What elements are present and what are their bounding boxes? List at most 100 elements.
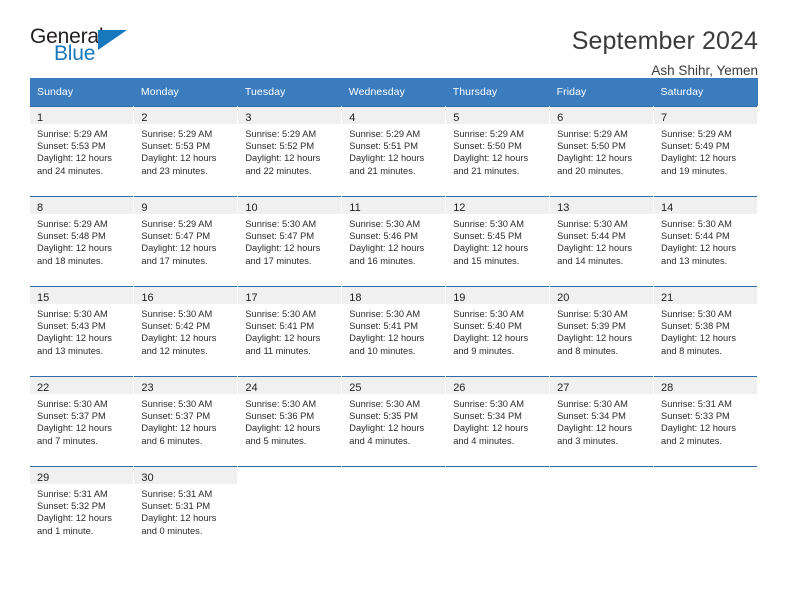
day-details: Sunrise: 5:29 AM Sunset: 5:50 PM Daylight:… [446,124,549,177]
day-cell-inner: 15 Sunrise: 5:30 AM Sunset: 5:43 PM Dayligh… [30,287,134,376]
sunset-text: Sunset: 5:48 PM [37,231,106,242]
calendar-day-cell[interactable]: 2 Sunrise: 5:29 AM Sunset: 5:53 PM Daylight… [133,106,239,197]
calendar-page: General Blue September 2024 Ash Shihr, Y… [0,0,792,612]
sunset-text: Sunset: 5:34 PM [453,411,522,422]
daylight-text-line1: Daylight: 12 hours [453,333,529,344]
daylight-text-line1: Daylight: 12 hours [661,153,736,164]
day-number-band: 14 [654,197,757,214]
day-number-band: 12 [446,197,550,214]
daylight-text-line2: and 13 minutes. [37,345,104,356]
calendar-day-cell[interactable]: 26 Sunrise: 5:30 AM Sunset: 5:34 PM Dayligh… [445,376,551,467]
day-details [446,484,549,488]
calendar-day-cell[interactable]: 7 Sunrise: 5:29 AM Sunset: 5:49 PM Daylight… [653,106,758,197]
daylight-text-line1: Daylight: 12 hours [557,243,633,254]
calendar-day-cell[interactable]: 11 Sunrise: 5:30 AM Sunset: 5:46 PM Dayligh… [341,196,447,287]
daylight-text-line1: Daylight: 12 hours [245,243,321,254]
day-details [238,484,341,488]
day-number: 7 [661,112,668,124]
day-cell-inner: 6 Sunrise: 5:29 AM Sunset: 5:50 PM Daylight… [550,107,654,196]
daylight-text-line1: Daylight: 12 hours [37,423,112,434]
sunset-text: Sunset: 5:39 PM [557,321,626,332]
calendar-day-cell[interactable]: 1 Sunrise: 5:29 AM Sunset: 5:53 PM Daylight… [30,106,135,197]
day-number: 20 [557,292,570,304]
calendar-header-row: Sunday Monday Tuesday Wednesday Thursday… [30,78,758,107]
day-details: Sunrise: 5:29 AM Sunset: 5:50 PM Daylight:… [550,124,653,177]
calendar-day-cell[interactable]: 13 Sunrise: 5:30 AM Sunset: 5:44 PM Dayligh… [549,196,655,287]
daylight-text-line1: Daylight: 12 hours [661,333,736,344]
sunset-text: Sunset: 5:53 PM [141,141,211,152]
calendar-day-cell[interactable]: 30 Sunrise: 5:31 AM Sunset: 5:31 PM Dayligh… [133,466,239,556]
sunset-text: Sunset: 5:46 PM [349,231,418,242]
day-cell-inner: 23 Sunrise: 5:30 AM Sunset: 5:37 PM Dayligh… [134,377,238,466]
sunrise-text: Sunrise: 5:30 AM [557,399,628,409]
calendar-day-cell[interactable]: 24 Sunrise: 5:30 AM Sunset: 5:36 PM Dayligh… [237,376,343,467]
calendar-day-cell[interactable]: 3 Sunrise: 5:29 AM Sunset: 5:52 PM Daylight… [237,106,343,197]
day-number-band: 1 [30,107,134,124]
daylight-text-line1: Daylight: 12 hours [453,153,529,164]
calendar-day-cell[interactable]: 15 Sunrise: 5:30 AM Sunset: 5:43 PM Dayligh… [30,286,135,377]
day-details: Sunrise: 5:30 AM Sunset: 5:44 PM Daylight:… [550,214,653,267]
title-block: September 2024 Ash Shihr, Yemen [572,26,758,81]
day-details: Sunrise: 5:29 AM Sunset: 5:49 PM Daylight:… [654,124,757,177]
day-details: Sunrise: 5:30 AM Sunset: 5:34 PM Daylight:… [446,394,549,447]
calendar-day-cell[interactable]: 22 Sunrise: 5:30 AM Sunset: 5:37 PM Dayligh… [30,376,135,467]
calendar-day-cell[interactable]: 9 Sunrise: 5:29 AM Sunset: 5:47 PM Daylight… [133,196,239,287]
sunrise-text: Sunrise: 5:29 AM [37,219,108,229]
day-details [654,484,757,488]
sunset-text: Sunset: 5:50 PM [557,141,626,152]
sunrise-text: Sunrise: 5:29 AM [557,129,628,139]
day-cell-inner: 10 Sunrise: 5:30 AM Sunset: 5:47 PM Dayligh… [238,197,342,286]
sunset-text: Sunset: 5:31 PM [141,501,211,512]
sunset-text: Sunset: 5:44 PM [557,231,626,242]
day-cell-inner: 8 Sunrise: 5:29 AM Sunset: 5:48 PM Daylight… [30,197,134,286]
day-number-band: 19 [446,287,550,304]
sunset-text: Sunset: 5:47 PM [245,231,315,242]
day-cell-inner: 24 Sunrise: 5:30 AM Sunset: 5:36 PM Dayligh… [238,377,342,466]
calendar-day-cell[interactable]: 14 Sunrise: 5:30 AM Sunset: 5:44 PM Dayligh… [653,196,758,287]
calendar-day-cell[interactable]: 23 Sunrise: 5:30 AM Sunset: 5:37 PM Dayligh… [133,376,239,467]
day-cell-inner: 27 Sunrise: 5:30 AM Sunset: 5:34 PM Dayligh… [550,377,654,466]
daylight-text-line2: and 8 minutes. [661,345,723,356]
sunrise-text: Sunrise: 5:30 AM [453,399,524,409]
calendar-day-cell[interactable]: 5 Sunrise: 5:29 AM Sunset: 5:50 PM Daylight… [445,106,551,197]
general-blue-logo[interactable]: General Blue [30,26,136,72]
day-cell-inner [342,467,446,556]
daylight-text-line1: Daylight: 12 hours [349,243,425,254]
daylight-text-line1: Daylight: 12 hours [141,333,217,344]
sunset-text: Sunset: 5:33 PM [661,411,730,422]
day-cell-inner: 11 Sunrise: 5:30 AM Sunset: 5:46 PM Dayligh… [342,197,446,286]
daylight-text-line2: and 12 minutes. [141,345,208,356]
sunset-text: Sunset: 5:37 PM [141,411,211,422]
calendar-day-cell[interactable]: 25 Sunrise: 5:30 AM Sunset: 5:35 PM Dayligh… [341,376,447,467]
calendar-day-cell[interactable]: 29 Sunrise: 5:31 AM Sunset: 5:32 PM Dayligh… [30,466,135,556]
daylight-text-line2: and 4 minutes. [453,435,515,446]
calendar-day-cell[interactable]: 4 Sunrise: 5:29 AM Sunset: 5:51 PM Daylight… [341,106,447,197]
day-details: Sunrise: 5:29 AM Sunset: 5:47 PM Daylight:… [134,214,237,267]
calendar-day-cell[interactable]: 10 Sunrise: 5:30 AM Sunset: 5:47 PM Dayligh… [237,196,343,287]
day-number: 21 [661,292,674,304]
sunrise-text: Sunrise: 5:30 AM [453,219,524,229]
calendar-day-cell[interactable]: 18 Sunrise: 5:30 AM Sunset: 5:41 PM Dayligh… [341,286,447,377]
calendar-day-cell[interactable]: 21 Sunrise: 5:30 AM Sunset: 5:38 PM Dayligh… [653,286,758,377]
daylight-text-line1: Daylight: 12 hours [349,423,425,434]
day-details: Sunrise: 5:30 AM Sunset: 5:35 PM Daylight:… [342,394,445,447]
calendar-day-cell[interactable]: 27 Sunrise: 5:30 AM Sunset: 5:34 PM Dayligh… [549,376,655,467]
calendar-day-cell[interactable]: 16 Sunrise: 5:30 AM Sunset: 5:42 PM Dayligh… [133,286,239,377]
day-number-band: 22 [30,377,134,394]
calendar-day-cell[interactable]: 17 Sunrise: 5:30 AM Sunset: 5:41 PM Dayligh… [237,286,343,377]
day-cell-inner: 29 Sunrise: 5:31 AM Sunset: 5:32 PM Dayligh… [30,467,134,556]
calendar-day-cell[interactable]: 19 Sunrise: 5:30 AM Sunset: 5:40 PM Dayligh… [445,286,551,377]
sunrise-text: Sunrise: 5:31 AM [37,489,108,499]
sunset-text: Sunset: 5:36 PM [245,411,315,422]
calendar-day-cell[interactable]: 12 Sunrise: 5:30 AM Sunset: 5:45 PM Dayligh… [445,196,551,287]
calendar-day-cell[interactable]: 20 Sunrise: 5:30 AM Sunset: 5:39 PM Dayligh… [549,286,655,377]
calendar-day-cell[interactable]: 8 Sunrise: 5:29 AM Sunset: 5:48 PM Daylight… [30,196,135,287]
daylight-text-line1: Daylight: 12 hours [141,243,217,254]
sunset-text: Sunset: 5:35 PM [349,411,418,422]
sunset-text: Sunset: 5:45 PM [453,231,522,242]
day-number: 22 [37,382,50,394]
daylight-text-line2: and 19 minutes. [661,165,728,176]
calendar-day-cell[interactable]: 28 Sunrise: 5:31 AM Sunset: 5:33 PM Dayligh… [653,376,758,467]
daylight-text-line2: and 21 minutes. [349,165,416,176]
calendar-day-cell[interactable]: 6 Sunrise: 5:29 AM Sunset: 5:50 PM Daylight… [549,106,655,197]
